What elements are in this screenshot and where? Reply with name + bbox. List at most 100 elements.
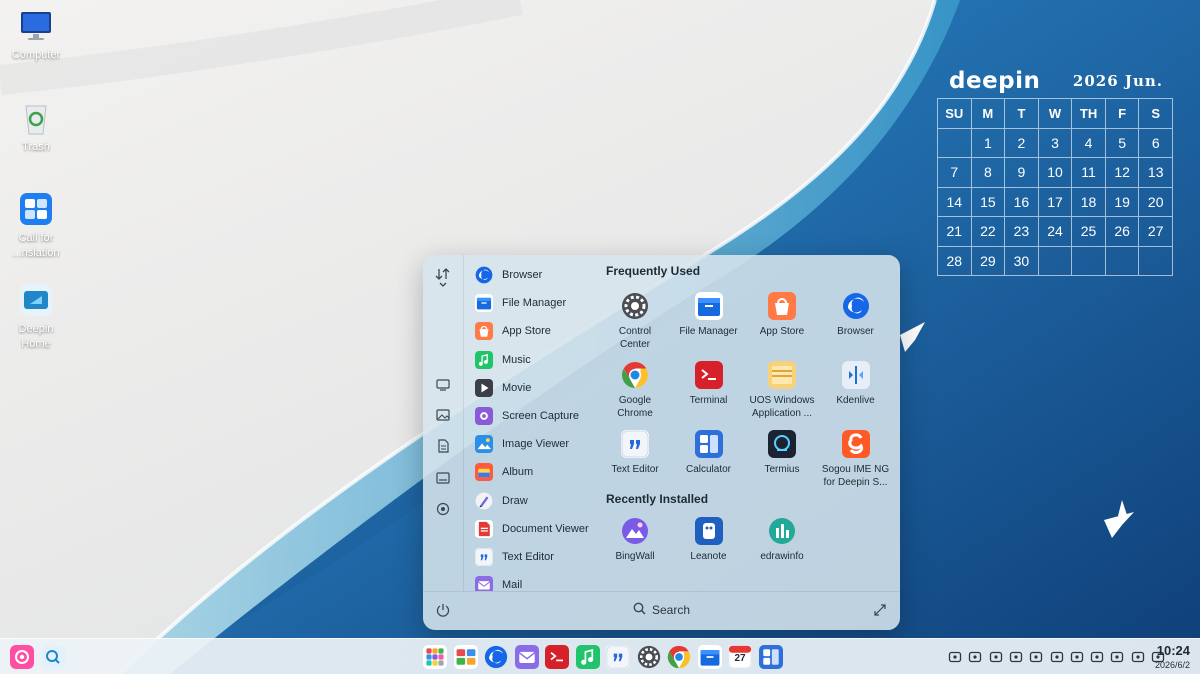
app-tile[interactable]: App Store (745, 292, 819, 339)
calendar-day[interactable]: 17 (1038, 187, 1073, 217)
calendar-day[interactable]: 4 (1072, 128, 1106, 158)
calendar-day[interactable]: 18 (1072, 187, 1106, 217)
media-icon[interactable] (1029, 650, 1043, 664)
calendar-day[interactable]: 30 (1005, 246, 1039, 276)
app-tile[interactable]: Sogou IME NG for Deepin S... (819, 430, 893, 489)
calendar-day[interactable]: 21 (938, 217, 972, 247)
monitor-icon[interactable] (433, 375, 453, 395)
taskbar-chrome-icon[interactable] (667, 645, 691, 669)
app-list-item[interactable]: Album (464, 458, 604, 486)
desktop-icon-computer[interactable]: Computer (0, 8, 72, 63)
taskbar-launchpad-icon[interactable] (423, 645, 447, 669)
document-icon[interactable] (433, 436, 453, 456)
calendar-day[interactable]: 25 (1072, 217, 1106, 247)
keyboard-icon[interactable] (948, 650, 962, 664)
settings-gear-icon[interactable] (433, 499, 453, 519)
control-center-icon (621, 292, 649, 320)
volume-icon[interactable] (1110, 650, 1124, 664)
desktop-icon-translation[interactable]: Call for ...nslation (0, 191, 72, 261)
app-list-item[interactable]: Image Viewer (464, 430, 604, 458)
taskbar-calendar-icon[interactable]: 27 (728, 645, 752, 669)
calendar-day[interactable]: 8 (971, 158, 1006, 188)
calendar-day[interactable]: 3 (1038, 128, 1073, 158)
desktop-icon-deepin-home[interactable]: Deepin Home (0, 282, 72, 352)
app-tile[interactable]: Browser (819, 292, 893, 339)
taskbar-text-editor-icon[interactable] (606, 645, 630, 669)
calendar-day[interactable]: 14 (938, 187, 972, 217)
app-tile[interactable]: edrawinfo (745, 517, 819, 564)
wifi-icon[interactable] (1090, 650, 1104, 664)
app-tile[interactable]: Control Center (598, 292, 672, 351)
sync-icon[interactable] (1070, 650, 1084, 664)
power-icon[interactable] (435, 602, 451, 618)
calendar-day[interactable]: 16 (1005, 187, 1039, 217)
app-list-item[interactable]: Screen Capture (464, 402, 604, 430)
app-tile[interactable]: Calculator (672, 430, 746, 477)
app-list-item[interactable]: Mail (464, 571, 604, 591)
app-list-item[interactable]: Browser (464, 261, 604, 289)
taskbar-file-manager-icon[interactable] (697, 645, 722, 669)
taskbar-browser-icon[interactable] (484, 645, 508, 669)
app-list-item[interactable]: Movie (464, 374, 604, 402)
calendar-day[interactable]: 20 (1139, 187, 1173, 217)
calendar-day[interactable]: 22 (971, 217, 1006, 247)
app-list-item[interactable]: File Manager (464, 289, 604, 317)
image-icon[interactable] (433, 405, 453, 425)
sort-icon[interactable] (433, 267, 453, 287)
app-list-item[interactable]: Text Editor (464, 543, 604, 571)
taskbar-music-icon[interactable] (575, 645, 600, 669)
taskbar-mail-icon[interactable] (514, 645, 539, 669)
calendar-day[interactable]: 27 (1139, 217, 1173, 247)
app-tile[interactable]: Leanote (672, 517, 746, 564)
calendar-day[interactable]: 23 (1005, 217, 1039, 247)
battery-icon[interactable] (989, 650, 1003, 664)
calendar-day[interactable]: 26 (1105, 217, 1140, 247)
app-list-item[interactable]: App Store (464, 317, 604, 345)
usb-icon[interactable] (1050, 650, 1064, 664)
app-tile[interactable]: Kdenlive (819, 361, 893, 408)
calendar-day[interactable]: 13 (1139, 158, 1173, 188)
calendar-day[interactable]: 29 (971, 246, 1006, 276)
taskbar-calculator-icon[interactable] (758, 645, 783, 669)
calendar-day[interactable]: 15 (971, 187, 1006, 217)
app-list-item[interactable]: Music (464, 346, 604, 374)
launcher-icon[interactable] (10, 645, 34, 669)
taskbar-control-center-icon[interactable] (637, 645, 661, 669)
app-tile[interactable]: Terminal (672, 361, 746, 408)
calendar-day[interactable]: 6 (1139, 128, 1173, 158)
taskbar-terminal-icon[interactable] (545, 645, 569, 669)
app-tile[interactable]: BingWall (598, 517, 672, 564)
calendar-day[interactable]: 5 (1105, 128, 1140, 158)
calendar-day[interactable]: 24 (1038, 217, 1073, 247)
app-list-item[interactable]: Document Viewer (464, 515, 604, 543)
search-icon (633, 602, 646, 618)
search-icon[interactable] (41, 645, 65, 669)
calendar-day[interactable]: 10 (1038, 158, 1073, 188)
taskbar-clock[interactable]: 10:24 2026/6/2 (1155, 642, 1190, 671)
terminal-window-icon[interactable] (433, 468, 453, 488)
calendar-day[interactable]: 11 (1072, 158, 1106, 188)
calendar-day[interactable]: 12 (1105, 158, 1140, 188)
power-icon[interactable] (1009, 650, 1023, 664)
app-tile[interactable]: UOS Windows Application ... (745, 361, 819, 420)
notification-icon[interactable] (968, 650, 982, 664)
calendar-day[interactable]: 28 (938, 246, 972, 276)
app-list-item[interactable]: Draw (464, 487, 604, 515)
calendar-day[interactable]: 2 (1005, 128, 1039, 158)
calendar-day[interactable]: 1 (971, 128, 1006, 158)
taskbar-multitask-icon[interactable] (453, 645, 478, 669)
app-tile[interactable]: File Manager (672, 292, 746, 339)
app-list-label: Movie (502, 381, 532, 394)
calendar-day[interactable]: 7 (938, 158, 972, 188)
launcher-search[interactable]: Search (633, 602, 690, 618)
album-icon (475, 463, 493, 482)
app-tile[interactable]: Termius (745, 430, 819, 477)
desktop-icon-trash[interactable]: Trash (0, 100, 72, 155)
chrome-icon (621, 361, 649, 389)
screen-icon[interactable] (1131, 650, 1145, 664)
calendar-day[interactable]: 19 (1105, 187, 1140, 217)
expand-icon[interactable] (872, 602, 888, 618)
app-tile[interactable]: Google Chrome (598, 361, 672, 420)
calendar-day[interactable]: 9 (1005, 158, 1039, 188)
app-tile[interactable]: Text Editor (598, 430, 672, 477)
